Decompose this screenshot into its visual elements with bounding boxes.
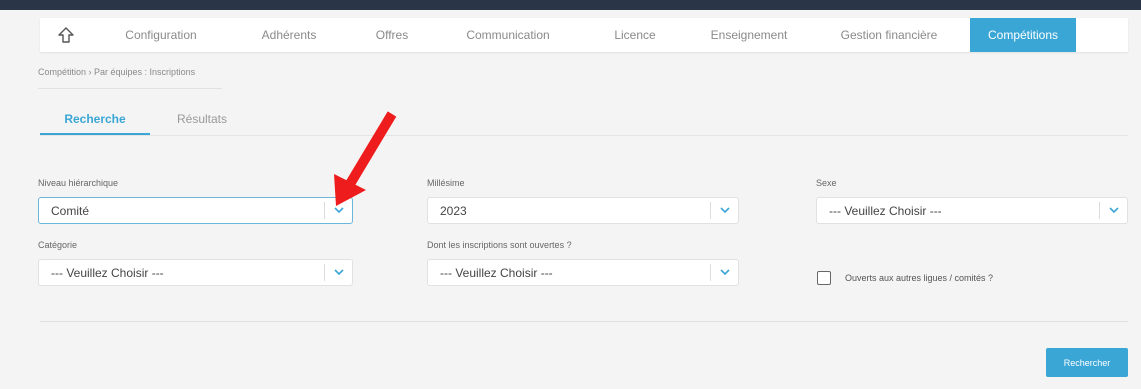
- chevron-down-icon[interactable]: [325, 269, 352, 276]
- niveau-select[interactable]: Comité: [38, 197, 353, 224]
- home-button[interactable]: [40, 18, 92, 52]
- niveau-label: Niveau hiérarchique: [38, 178, 119, 188]
- chevron-down-icon[interactable]: [711, 207, 738, 214]
- nav-competitions[interactable]: Compétitions: [970, 18, 1076, 52]
- breadcrumb-divider: [38, 88, 222, 89]
- nav-gestion-financiere[interactable]: Gestion financière: [808, 18, 970, 52]
- categorie-label: Catégorie: [38, 240, 78, 250]
- categorie-select[interactable]: --- Veuillez Choisir ---: [38, 259, 353, 286]
- chevron-down-icon[interactable]: [1100, 207, 1127, 214]
- millesime-value: 2023: [440, 203, 467, 218]
- chevron-down-icon[interactable]: [711, 269, 738, 276]
- inscriptions-value: --- Veuillez Choisir ---: [440, 265, 553, 280]
- nav-enseignement[interactable]: Enseignement: [690, 18, 808, 52]
- ouverts-checkbox[interactable]: [817, 271, 831, 285]
- sexe-label: Sexe: [816, 178, 837, 188]
- categorie-value: --- Veuillez Choisir ---: [51, 265, 164, 280]
- inscriptions-label: Dont les inscriptions sont ouvertes ?: [427, 240, 572, 250]
- search-button[interactable]: Rechercher: [1046, 348, 1128, 377]
- sexe-value: --- Veuillez Choisir ---: [829, 203, 942, 218]
- inscriptions-select[interactable]: --- Veuillez Choisir ---: [427, 259, 739, 286]
- nav-adherents[interactable]: Adhérents: [230, 18, 348, 52]
- nav-configuration[interactable]: Configuration: [92, 18, 230, 52]
- tab-resultats[interactable]: Résultats: [162, 104, 242, 134]
- nav-offres[interactable]: Offres: [348, 18, 436, 52]
- annotation-arrow-icon: [334, 111, 397, 206]
- tab-recherche[interactable]: Recherche: [40, 104, 150, 134]
- form-divider: [40, 321, 1128, 322]
- ouverts-label: Ouverts aux autres ligues / comités ?: [845, 273, 994, 283]
- home-icon: [58, 27, 74, 43]
- breadcrumb: Compétition › Par équipes : Inscriptions: [38, 67, 196, 77]
- millesime-label: Millésime: [427, 178, 465, 188]
- niveau-value: Comité: [51, 203, 90, 218]
- nav-communication[interactable]: Communication: [436, 18, 580, 52]
- sexe-select[interactable]: --- Veuillez Choisir ---: [816, 197, 1128, 224]
- millesime-select[interactable]: 2023: [427, 197, 739, 224]
- nav-licence[interactable]: Licence: [580, 18, 690, 52]
- chevron-down-icon[interactable]: [325, 207, 352, 214]
- main-nav: Configuration Adhérents Offres Communica…: [40, 18, 1128, 52]
- tabs-divider: [40, 135, 1128, 136]
